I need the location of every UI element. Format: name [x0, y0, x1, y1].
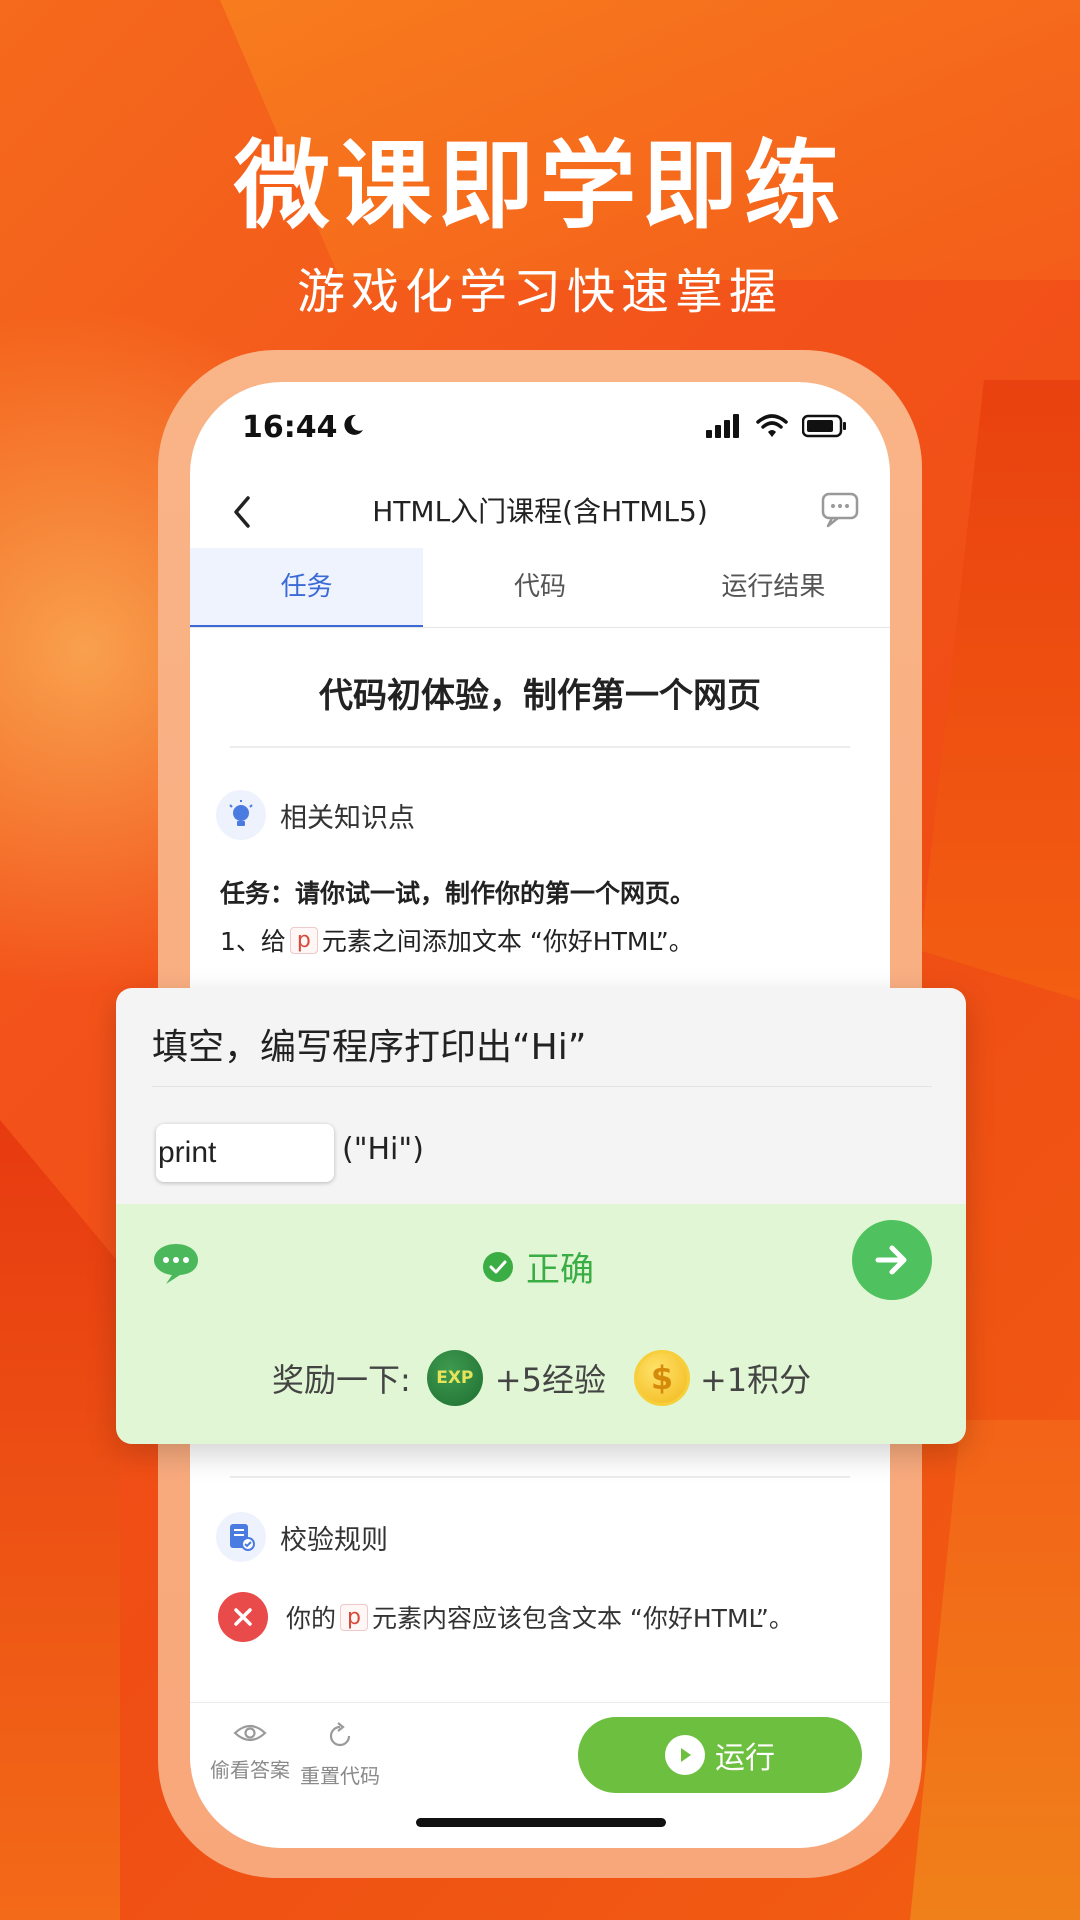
battery-icon — [802, 414, 846, 438]
moon-icon — [344, 414, 363, 435]
promo-headline: 微课即学即练 — [234, 130, 846, 242]
status-icons — [706, 414, 848, 438]
tab-code[interactable]: 代码 — [423, 548, 656, 627]
quiz-question-area: 填空，编写程序打印出“Hi” ("Hi") — [116, 988, 966, 1204]
reward-row: 奖励一下: EXP +5经验 $ +1积分 — [272, 1350, 811, 1406]
tab-task[interactable]: 任务 — [190, 548, 424, 627]
task-step-prefix: 1、给 — [220, 927, 286, 956]
exp-badge-icon: EXP — [426, 1350, 483, 1406]
course-title: HTML入门课程(含HTML5) — [372, 495, 708, 528]
answer-input[interactable] — [156, 1124, 334, 1182]
checklist-icon — [216, 1512, 266, 1562]
knowledge-points-link[interactable]: 相关知识点 — [216, 790, 415, 840]
wifi-icon — [756, 414, 788, 437]
exp-reward: +5经验 — [494, 1361, 606, 1399]
next-button[interactable] — [852, 1220, 932, 1300]
result-text: 正确 — [526, 1250, 594, 1290]
run-button[interactable]: 运行 — [578, 1717, 862, 1793]
knowledge-points-label: 相关知识点 — [280, 802, 415, 834]
validation-rules-label: 校验规则 — [280, 1524, 388, 1556]
code-tag: p — [340, 1603, 368, 1631]
divider — [230, 1476, 850, 1478]
run-label: 运行 — [715, 1741, 775, 1776]
check-circle-icon — [483, 1251, 513, 1282]
discussion-icon[interactable] — [820, 488, 864, 532]
divider — [230, 746, 850, 748]
status-time: 16:44 — [242, 410, 338, 445]
eye-icon — [233, 1724, 267, 1742]
promo-subline: 游戏化学习快速掌握 — [296, 264, 783, 320]
error-x-icon — [218, 1592, 268, 1642]
reset-icon — [329, 1722, 351, 1747]
quiz-result-area: 正确 奖励一下: EXP +5经验 $ +1积分 — [116, 1204, 966, 1444]
coin-icon: $ — [633, 1350, 690, 1406]
reward-label: 奖励一下: — [272, 1361, 411, 1399]
peek-answer-label: 偷看答案 — [210, 1758, 290, 1782]
play-icon — [665, 1735, 705, 1775]
tab-result[interactable]: 运行结果 — [657, 548, 890, 627]
bg-shape — [920, 380, 1080, 1000]
points-reward: +1积分 — [699, 1361, 812, 1399]
home-indicator — [416, 1818, 666, 1827]
rule-error-item: 你的 p 元素内容应该包含文本 “你好HTML”。 — [218, 1592, 794, 1642]
signal-icon — [706, 414, 739, 438]
peek-answer-button[interactable]: 偷看答案 — [200, 1721, 300, 1783]
task-step: 1、给 p 元素之间添加文本 “你好HTML”。 — [220, 922, 694, 958]
lesson-title: 代码初体验，制作第一个网页 — [319, 676, 761, 716]
divider — [152, 1086, 932, 1087]
reset-code-label: 重置代码 — [300, 1764, 380, 1788]
rule-error-prefix: 你的 — [286, 1604, 337, 1633]
tab-bar: 任务 代码 运行结果 — [190, 548, 890, 628]
reset-code-button[interactable]: 重置代码 — [290, 1721, 390, 1789]
result-status: 正确 — [482, 1242, 594, 1291]
arrow-right-icon — [875, 1245, 907, 1275]
status-bar: 16:44 — [190, 382, 890, 472]
quiz-card: 填空，编写程序打印出“Hi” ("Hi") 正确 奖励一下: EXP +5经 — [116, 988, 966, 1444]
comment-bubble-icon[interactable] — [152, 1240, 204, 1288]
quiz-question: 填空，编写程序打印出“Hi” — [152, 1027, 587, 1068]
nav-bar: HTML入门课程(含HTML5) — [190, 478, 890, 548]
task-step-suffix: 元素之间添加文本 “你好HTML”。 — [321, 927, 694, 956]
bg-shape — [0, 1120, 120, 1920]
bg-shape — [910, 1420, 1080, 1920]
code-tag: p — [289, 926, 318, 954]
code-argument: ("Hi") — [342, 1132, 424, 1167]
validation-rules-header: 校验规则 — [216, 1512, 388, 1562]
lightbulb-icon — [216, 790, 266, 840]
rule-error-suffix: 元素内容应该包含文本 “你好HTML”。 — [371, 1604, 794, 1633]
task-description: 任务：请你试一试，制作你的第一个网页。 — [220, 879, 696, 908]
